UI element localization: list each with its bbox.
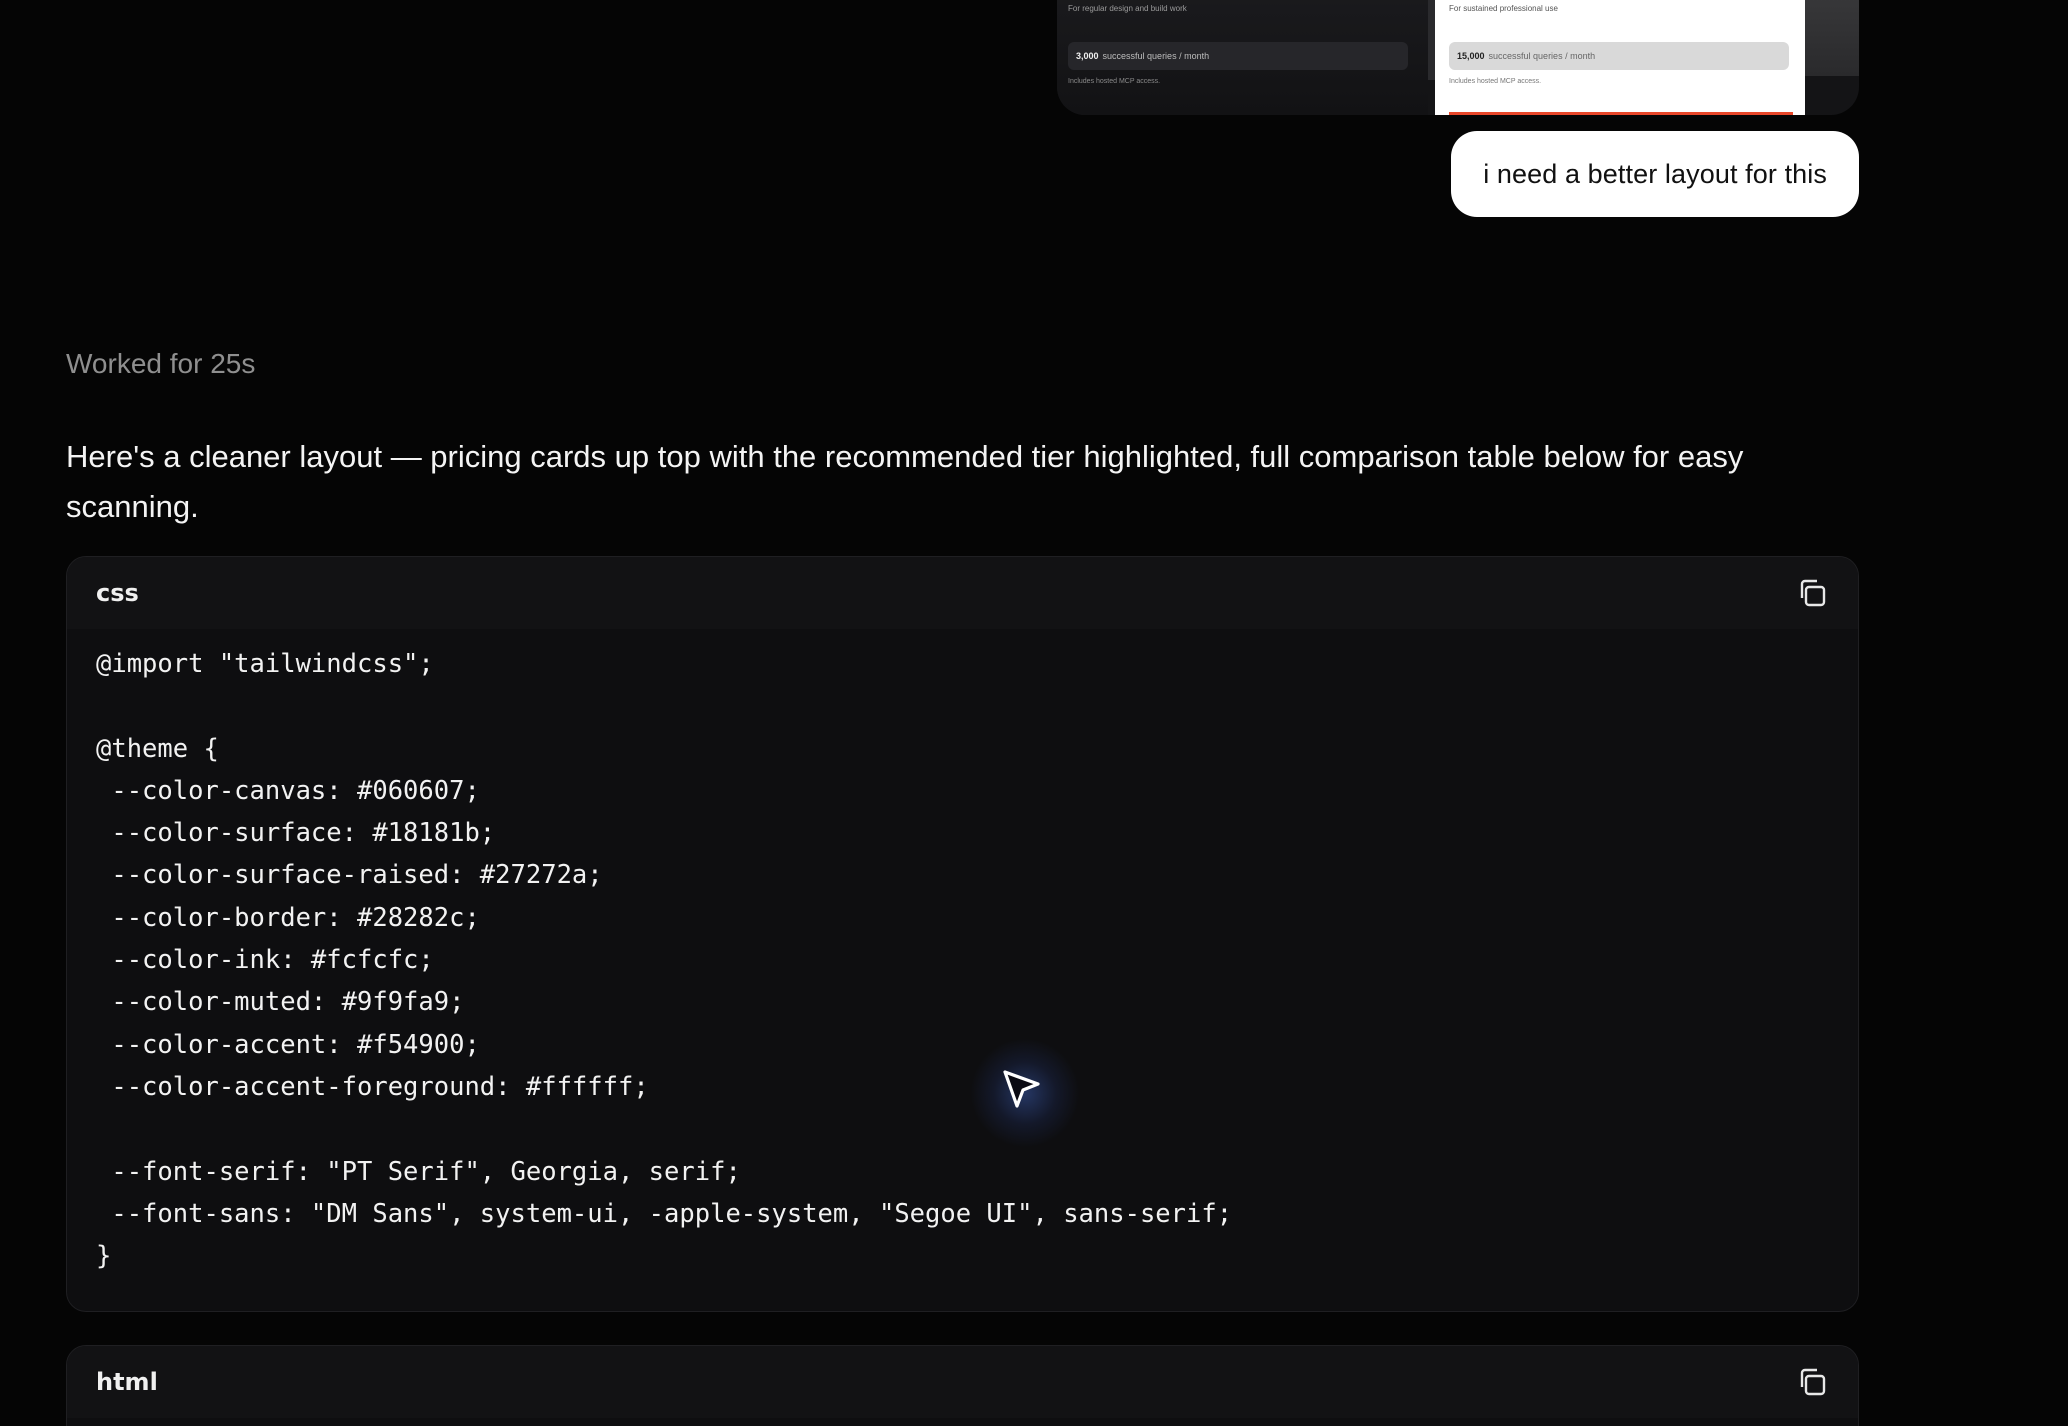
code-language-label: html [96,1368,158,1396]
copy-code-button[interactable] [1794,575,1830,611]
chat-page: For regular design and build work 3,000 … [0,0,2068,1426]
preview-left-queries-value: 3,000 [1076,51,1099,61]
worked-duration-status[interactable]: Worked for 25s [66,348,255,380]
preview-left-queries: 3,000 successful queries / month [1068,42,1408,70]
copy-code-button[interactable] [1794,1364,1830,1400]
preview-right-queries-value: 15,000 [1457,51,1485,61]
preview-accent-bar [1449,112,1793,115]
preview-divider [1428,0,1435,80]
preview-left-note: Includes hosted MCP access. [1068,78,1161,85]
copy-icon [1800,1368,1826,1396]
assistant-reply-text: Here's a cleaner layout — pricing cards … [66,439,1744,524]
mouse-pointer-icon [1003,1070,1040,1108]
attached-image-preview[interactable]: For regular design and build work 3,000 … [1057,0,1859,115]
code-language-label: css [96,579,139,607]
preview-card-left: For regular design and build work 3,000 … [1057,0,1428,115]
mouse-pointer [970,1038,1080,1148]
preview-right-note: Includes hosted MCP access. [1449,78,1542,85]
user-message-bubble: i need a better layout for this [1451,131,1859,217]
preview-right-queries: 15,000 successful queries / month [1449,42,1789,70]
code-block-header: html [67,1346,1858,1418]
code-content[interactable]: @import "tailwindcss"; @theme { --color-… [67,629,1858,1311]
preview-left-queries-label: successful queries / month [1102,51,1210,61]
preview-left-subtitle: For regular design and build work [1068,4,1187,13]
preview-side-strip [1805,0,1859,76]
preview-right-subtitle: For sustained professional use [1449,4,1558,13]
preview-right-queries-label: successful queries / month [1488,51,1596,61]
preview-card-right: For sustained professional use 15,000 su… [1435,0,1805,115]
copy-icon [1800,579,1826,607]
code-block-header: css [67,557,1858,629]
code-block-css: css @import "tailwindcss"; @theme { --co… [66,556,1859,1313]
code-block-html: html [66,1345,1859,1426]
